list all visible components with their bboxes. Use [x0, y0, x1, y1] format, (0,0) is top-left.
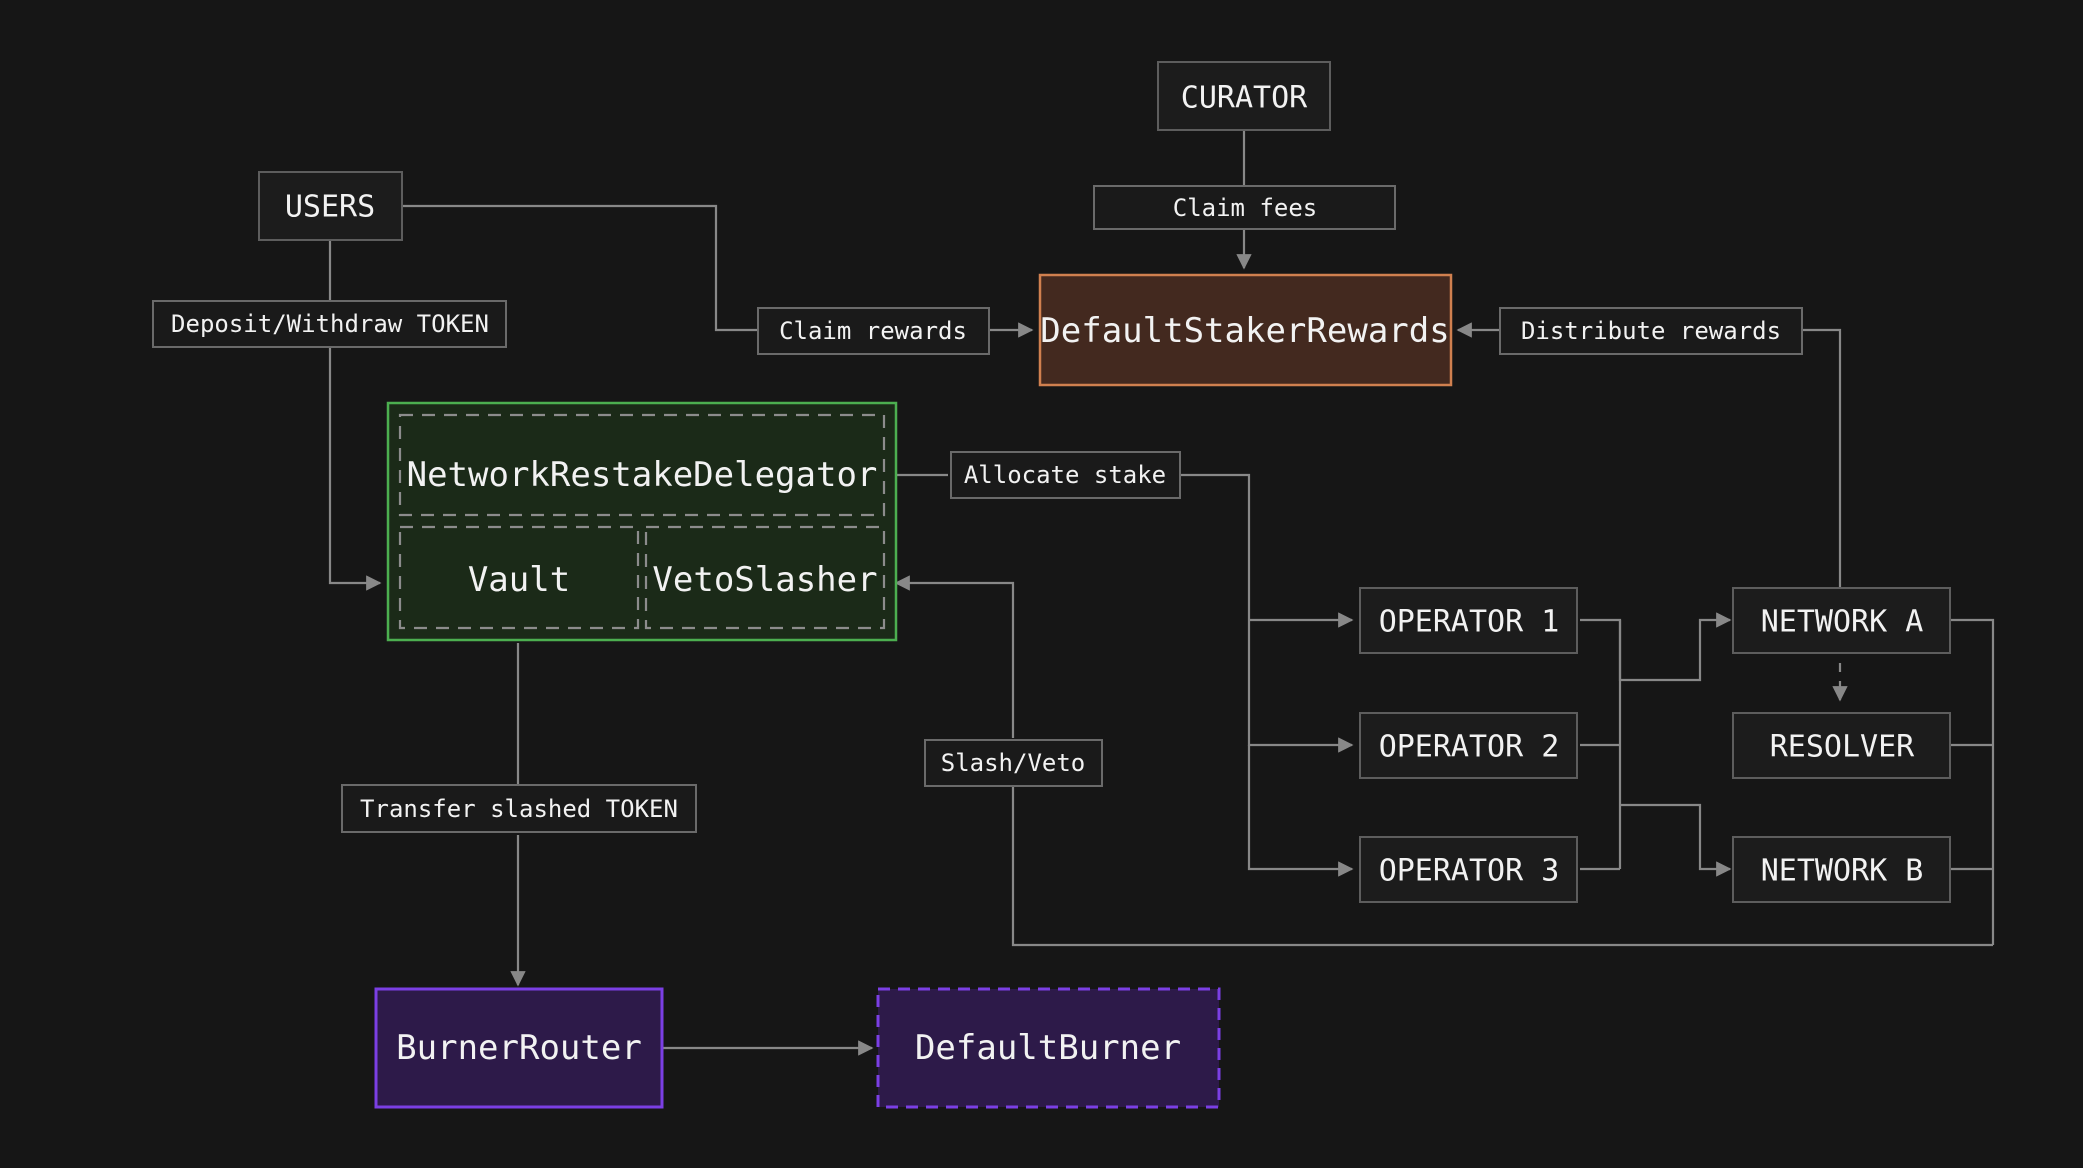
edge-trunk-to-networkb [1620, 803, 1732, 877]
node-network-a[interactable]: NETWORK A [1732, 587, 1951, 654]
network-a-label: NETWORK A [1761, 605, 1924, 640]
node-resolver[interactable]: RESOLVER [1732, 712, 1951, 779]
node-burner-router[interactable]: BurnerRouter [374, 987, 664, 1109]
default-staker-rewards-label: DefaultStakerRewards [1040, 311, 1449, 351]
operator-3-label: OPERATOR 3 [1379, 854, 1560, 889]
claim-rewards-label: Claim rewards [779, 317, 967, 345]
operator-1-label: OPERATOR 1 [1379, 605, 1560, 640]
edge-networka-to-distribute [1802, 328, 1842, 596]
slash-veto-label: Slash/Veto [941, 749, 1086, 777]
operator-2-label: OPERATOR 2 [1379, 730, 1560, 765]
node-curator[interactable]: CURATOR [1157, 61, 1331, 131]
edge-label-claim-fees: Claim fees [1093, 185, 1396, 230]
edge-label-transfer-slashed: Transfer slashed TOKEN [341, 784, 697, 833]
vault-cluster-boundary [386, 401, 898, 642]
edge-slashveto-to-vetoslasher [894, 575, 1015, 738]
node-default-staker-rewards[interactable]: DefaultStakerRewards [1038, 273, 1453, 387]
diagram-canvas: NetworkRestakeDelegator Vault VetoSlashe… [0, 0, 2083, 1168]
edge-label-claim-rewards: Claim rewards [757, 307, 990, 355]
default-burner-label: DefaultBurner [915, 1028, 1181, 1068]
node-users[interactable]: USERS [258, 171, 403, 241]
edge-trunk-to-operator2 [1247, 620, 1354, 753]
edge-label-distribute-rewards: Distribute rewards [1499, 307, 1803, 355]
edge-label-slash-veto: Slash/Veto [924, 739, 1103, 787]
node-operator-1[interactable]: OPERATOR 1 [1359, 587, 1578, 654]
edge-operator1-to-networka [1580, 612, 1732, 682]
transfer-slashed-label: Transfer slashed TOKEN [360, 795, 678, 823]
architecture-diagram: NetworkRestakeDelegator Vault VetoSlashe… [152, 61, 1995, 1109]
edge-allocate-to-trunk [1179, 473, 1251, 620]
vault-label: Vault [468, 560, 570, 600]
network-restake-delegator-label: NetworkRestakeDelegator [407, 455, 878, 495]
node-network-b[interactable]: NETWORK B [1732, 836, 1951, 903]
edge-label-allocate-stake: Allocate stake [950, 451, 1181, 499]
node-operator-2[interactable]: OPERATOR 2 [1359, 712, 1578, 779]
deposit-withdraw-label: Deposit/Withdraw TOKEN [171, 310, 489, 338]
users-label: USERS [285, 190, 375, 225]
curator-label: CURATOR [1181, 81, 1308, 116]
distribute-rewards-label: Distribute rewards [1521, 317, 1781, 345]
network-b-label: NETWORK B [1761, 854, 1924, 889]
edge-networka-to-slashtrunk [1950, 618, 1995, 945]
claim-fees-label: Claim fees [1173, 194, 1318, 222]
node-operator-3[interactable]: OPERATOR 3 [1359, 836, 1578, 903]
vault-cluster: NetworkRestakeDelegator Vault VetoSlashe… [386, 401, 898, 642]
resolver-label: RESOLVER [1770, 730, 1915, 765]
edge-trunk-to-operator3 [1247, 745, 1354, 877]
veto-slasher-label: VetoSlasher [652, 560, 877, 600]
edge-deposit-to-vault [328, 348, 382, 591]
allocate-stake-label: Allocate stake [964, 461, 1166, 489]
burner-router-label: BurnerRouter [396, 1028, 642, 1068]
node-default-burner[interactable]: DefaultBurner [876, 987, 1221, 1109]
edge-label-deposit-withdraw: Deposit/Withdraw TOKEN [152, 300, 507, 348]
